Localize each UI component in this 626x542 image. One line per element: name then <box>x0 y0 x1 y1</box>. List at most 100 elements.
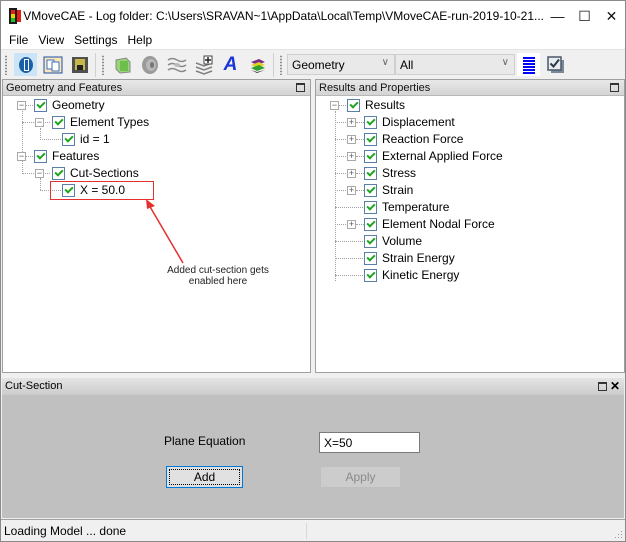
checkbox-checked-icon[interactable] <box>364 269 377 282</box>
tree-node-results[interactable]: − Results <box>316 97 616 114</box>
checkbox-checked-icon[interactable] <box>364 184 377 197</box>
maximize-button[interactable]: ☐ <box>571 1 598 31</box>
panel-header: Geometry and Features <box>3 80 310 96</box>
collapse-icon[interactable]: − <box>17 152 26 161</box>
tree-node-label: Element Nodal Force <box>382 217 495 231</box>
layers-add-button[interactable] <box>192 53 215 76</box>
tree-node-features[interactable]: − Features <box>3 148 303 165</box>
tree-node-element-id[interactable]: id = 1 <box>3 131 303 148</box>
annotation-text: Added cut-section gets enabled here <box>167 265 269 287</box>
tree-node-result-item[interactable]: Kinetic Energy <box>316 267 616 284</box>
tree-node-label: Kinetic Energy <box>382 268 460 282</box>
checkbox-checked-icon[interactable] <box>364 218 377 231</box>
menu-view[interactable]: View <box>33 33 69 47</box>
expand-icon[interactable]: + <box>347 118 356 127</box>
save-icon <box>71 56 88 73</box>
tree-node-geometry[interactable]: − Geometry <box>3 97 303 114</box>
minimize-button[interactable]: — <box>544 1 571 31</box>
close-button[interactable]: ✕ <box>598 1 625 31</box>
wave-button[interactable] <box>165 53 188 76</box>
stack-layers-button[interactable] <box>246 53 269 76</box>
checkbox-checked-icon[interactable] <box>34 150 47 163</box>
lines-button[interactable] <box>517 53 540 76</box>
tree-node-element-types[interactable]: − Element Types <box>3 114 303 131</box>
copy-icon <box>43 56 62 73</box>
collapse-icon[interactable]: − <box>330 101 339 110</box>
checkbox-checked-icon[interactable] <box>62 133 75 146</box>
filter-combo[interactable]: All ∨ <box>395 54 515 75</box>
tree-node-result-item[interactable]: + Stress <box>316 165 616 182</box>
plane-equation-input[interactable] <box>319 432 420 453</box>
tree-node-result-item[interactable]: Temperature <box>316 199 616 216</box>
text-button[interactable]: A <box>219 53 242 76</box>
tree-node-label: Element Types <box>70 115 150 129</box>
window-title: VMoveCAE - Log folder: C:\Users\SRAVAN~1… <box>23 9 545 23</box>
checkbox-checked-icon[interactable] <box>364 167 377 180</box>
expand-icon[interactable]: + <box>347 152 356 161</box>
tree-node-label: Stress <box>382 166 417 180</box>
tree-node-label: Volume <box>382 234 423 248</box>
toolbar-separator <box>95 52 96 77</box>
wave-icon <box>167 57 186 72</box>
tree-node-cut-sections[interactable]: − Cut-Sections <box>3 165 303 182</box>
checkbox-checked-icon[interactable] <box>34 99 47 112</box>
checkbox-checked-icon[interactable] <box>364 201 377 214</box>
tree-node-label: Results <box>365 98 406 112</box>
checkbox-button[interactable] <box>544 53 567 76</box>
tree-node-result-item[interactable]: + Displacement <box>316 114 616 131</box>
tree-node-result-item[interactable]: + Strain <box>316 182 616 199</box>
checkbox-checked-icon[interactable] <box>52 167 65 180</box>
panel-header: Cut-Section ✕ <box>2 378 624 395</box>
tree-node-label: Cut-Sections <box>70 166 139 180</box>
collapse-icon[interactable]: − <box>35 169 44 178</box>
checkbox-checked-icon[interactable] <box>364 235 377 248</box>
toolbar-grip[interactable] <box>4 54 8 75</box>
float-panel-icon[interactable] <box>598 382 607 391</box>
copy-button[interactable] <box>41 53 64 76</box>
panel-title: Cut-Section <box>5 380 63 392</box>
float-panel-icon[interactable] <box>296 83 305 92</box>
expand-icon[interactable]: + <box>347 135 356 144</box>
checkbox-checked-icon[interactable] <box>364 252 377 265</box>
toolbar-grip[interactable] <box>101 54 105 75</box>
checkbox-checked-icon[interactable] <box>52 116 65 129</box>
apply-button[interactable]: Apply <box>320 466 401 488</box>
tree-node-result-item[interactable]: + Reaction Force <box>316 131 616 148</box>
title-bar: VMoveCAE - Log folder: C:\Users\SRAVAN~1… <box>1 1 625 31</box>
toolbar-group-file: A Geometry ∨ All ∨ <box>1 51 569 78</box>
menu-help[interactable]: Help <box>123 33 158 47</box>
checkbox-checked-icon[interactable] <box>364 116 377 129</box>
toolbar-grip[interactable] <box>279 54 283 75</box>
resize-grip-icon[interactable] <box>615 531 623 539</box>
disc-button[interactable] <box>138 53 161 76</box>
checkbox-checked-icon[interactable] <box>364 150 377 163</box>
add-button[interactable]: Add <box>166 466 243 488</box>
menu-settings[interactable]: Settings <box>69 33 122 47</box>
toolbar: A Geometry ∨ All ∨ <box>1 49 625 78</box>
tree-node-result-item[interactable]: Volume <box>316 233 616 250</box>
expand-icon[interactable]: + <box>347 169 356 178</box>
disc-icon <box>141 55 158 74</box>
expand-icon[interactable]: + <box>347 186 356 195</box>
menu-file[interactable]: File <box>4 33 33 47</box>
tree-node-label: Temperature <box>382 200 450 214</box>
panel-header: Results and Properties <box>316 80 624 96</box>
tree-node-label: Strain Energy <box>382 251 455 265</box>
checkbox-checked-icon[interactable] <box>347 99 360 112</box>
filter-combo-value: All <box>400 57 414 72</box>
type-combo[interactable]: Geometry ∨ <box>287 54 395 75</box>
expand-icon[interactable]: + <box>347 220 356 229</box>
collapse-icon[interactable]: − <box>17 101 26 110</box>
close-panel-icon[interactable]: ✕ <box>610 378 620 394</box>
panel-title: Geometry and Features <box>6 82 123 94</box>
geometry-button[interactable] <box>111 53 134 76</box>
open-button[interactable] <box>14 53 37 76</box>
tree-node-result-item[interactable]: + External Applied Force <box>316 148 616 165</box>
tree-node-result-item[interactable]: + Element Nodal Force <box>316 216 616 233</box>
tree-node-result-item[interactable]: Strain Energy <box>316 250 616 267</box>
collapse-icon[interactable]: − <box>35 118 44 127</box>
checkbox-checked-icon[interactable] <box>364 133 377 146</box>
menu-bar: File View Settings Help <box>1 31 625 49</box>
float-panel-icon[interactable] <box>610 83 619 92</box>
save-button[interactable] <box>68 53 91 76</box>
